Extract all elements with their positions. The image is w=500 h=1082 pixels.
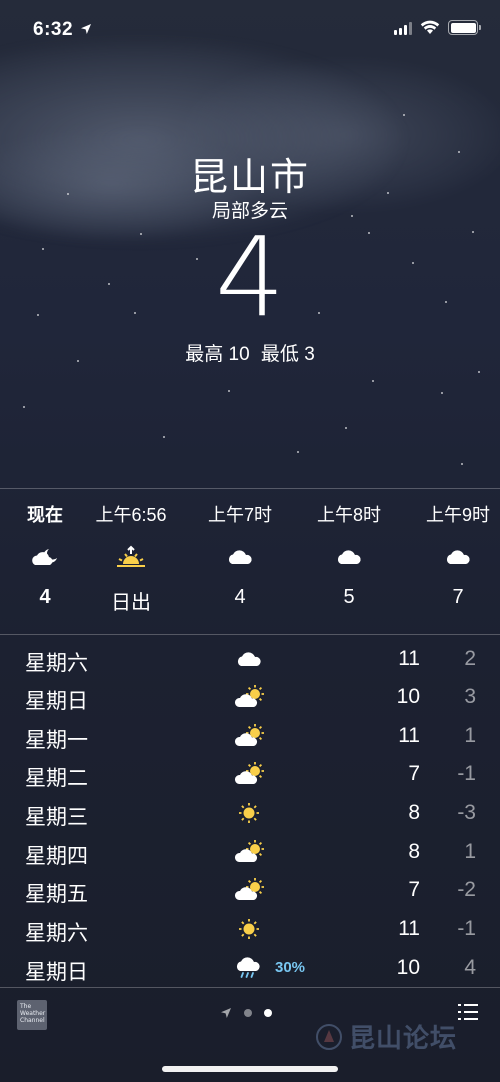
location-arrow-icon[interactable]: [220, 1007, 232, 1019]
sun-icon: [234, 800, 270, 826]
day-name: 星期日: [25, 690, 88, 713]
hour-temperature: 日出: [111, 592, 151, 614]
low-temperature: 最低 3: [260, 344, 315, 365]
day-high: 10: [396, 956, 420, 979]
day-name: 星期六: [25, 922, 88, 945]
hour-temperature: 7: [452, 586, 464, 608]
city-name: 昆山市: [189, 157, 310, 199]
day-name: 星期二: [25, 767, 88, 790]
high-low: 最高 10 最低 3: [0, 339, 500, 366]
hour-temperature: 5: [343, 586, 355, 608]
hour-label: 上午7时: [207, 505, 272, 525]
location-arrow-icon: [80, 22, 92, 40]
hour-label: 上午6:56: [95, 505, 167, 525]
current-temperature: 4: [215, 213, 285, 341]
hour-label: 上午9时: [425, 505, 490, 525]
day-high: 7: [408, 762, 420, 785]
bottom-toolbar: The Weather Channel 昆山论坛: [0, 988, 500, 1082]
watermark-text: 昆山论坛: [349, 1024, 458, 1054]
status-time: 6:32: [33, 19, 74, 40]
hour-label: 上午8时: [316, 505, 381, 525]
day-name: 星期日: [25, 961, 88, 984]
page-dot[interactable]: [244, 1009, 252, 1017]
city-list-button[interactable]: [458, 1004, 478, 1022]
day-low: 4: [464, 956, 476, 979]
forum-watermark: 昆山论坛: [315, 1018, 457, 1055]
cloud-icon: [185, 545, 295, 569]
partly-sunny-icon: [234, 761, 270, 787]
partly-sunny-icon: [234, 839, 270, 865]
home-indicator[interactable]: [162, 1066, 338, 1072]
hourly-forecast[interactable]: 现在 4 上午6:56 日出 上午7时 4 上午8时 5 上午9时 7: [0, 490, 500, 634]
partly-sunny-icon: [234, 877, 270, 903]
cellular-signal-icon: [394, 21, 412, 35]
logo-text: The Weather Channel: [20, 1003, 46, 1024]
daily-row: 星期三 8 -3: [0, 794, 500, 832]
day-name: 星期一: [25, 729, 88, 752]
day-low: -1: [457, 762, 476, 785]
precip-chance: 30%: [275, 959, 306, 976]
daily-row: 星期一 11 1: [0, 717, 500, 755]
battery-icon: [448, 20, 481, 35]
divider: [0, 488, 500, 489]
day-high: 11: [398, 917, 420, 940]
cloud-icon: [234, 646, 270, 672]
weather-channel-logo[interactable]: The Weather Channel: [17, 1000, 47, 1030]
day-high: 8: [408, 840, 420, 863]
daily-row: 星期五 7 -2: [0, 871, 500, 909]
day-low: -1: [457, 917, 476, 940]
day-low: -2: [457, 878, 476, 901]
daily-row: 星期四 8 1: [0, 833, 500, 871]
daily-row: 星期六 11 -1: [0, 910, 500, 948]
daily-row: 星期日 30% 10 4: [0, 949, 500, 987]
day-low: 2: [464, 647, 476, 670]
status-bar: 6:32: [0, 0, 500, 60]
day-high: 8: [408, 801, 420, 824]
cloud-icon: [294, 545, 404, 569]
partly-sunny-icon: [234, 684, 270, 710]
day-low: -3: [457, 801, 476, 824]
wifi-icon: [420, 20, 440, 34]
sunrise-icon: [76, 545, 186, 569]
day-low: 1: [464, 840, 476, 863]
day-high: 10: [396, 685, 420, 708]
watermark-logo-icon: [316, 1023, 342, 1050]
page-indicator[interactable]: [220, 1007, 272, 1019]
rain-icon: [234, 955, 270, 981]
hour-temperature: 4: [234, 586, 246, 608]
day-low: 3: [464, 685, 476, 708]
page-dot-active[interactable]: [264, 1009, 272, 1017]
divider: [0, 634, 500, 635]
sun-icon: [234, 916, 270, 942]
day-low: 1: [464, 724, 476, 747]
day-name: 星期四: [25, 845, 88, 868]
daily-row: 星期二 7 -1: [0, 755, 500, 793]
day-name: 星期三: [25, 806, 88, 829]
daily-row: 星期日 10 3: [0, 678, 500, 716]
day-high: 7: [408, 878, 420, 901]
day-high: 11: [398, 724, 420, 747]
cloud-icon: [403, 545, 500, 569]
partly-sunny-icon: [234, 723, 270, 749]
daily-row: 星期六 11 2: [0, 640, 500, 678]
day-name: 星期六: [25, 652, 88, 675]
day-name: 星期五: [25, 883, 88, 906]
day-high: 11: [398, 647, 420, 670]
high-temperature: 最高 10: [185, 344, 250, 365]
